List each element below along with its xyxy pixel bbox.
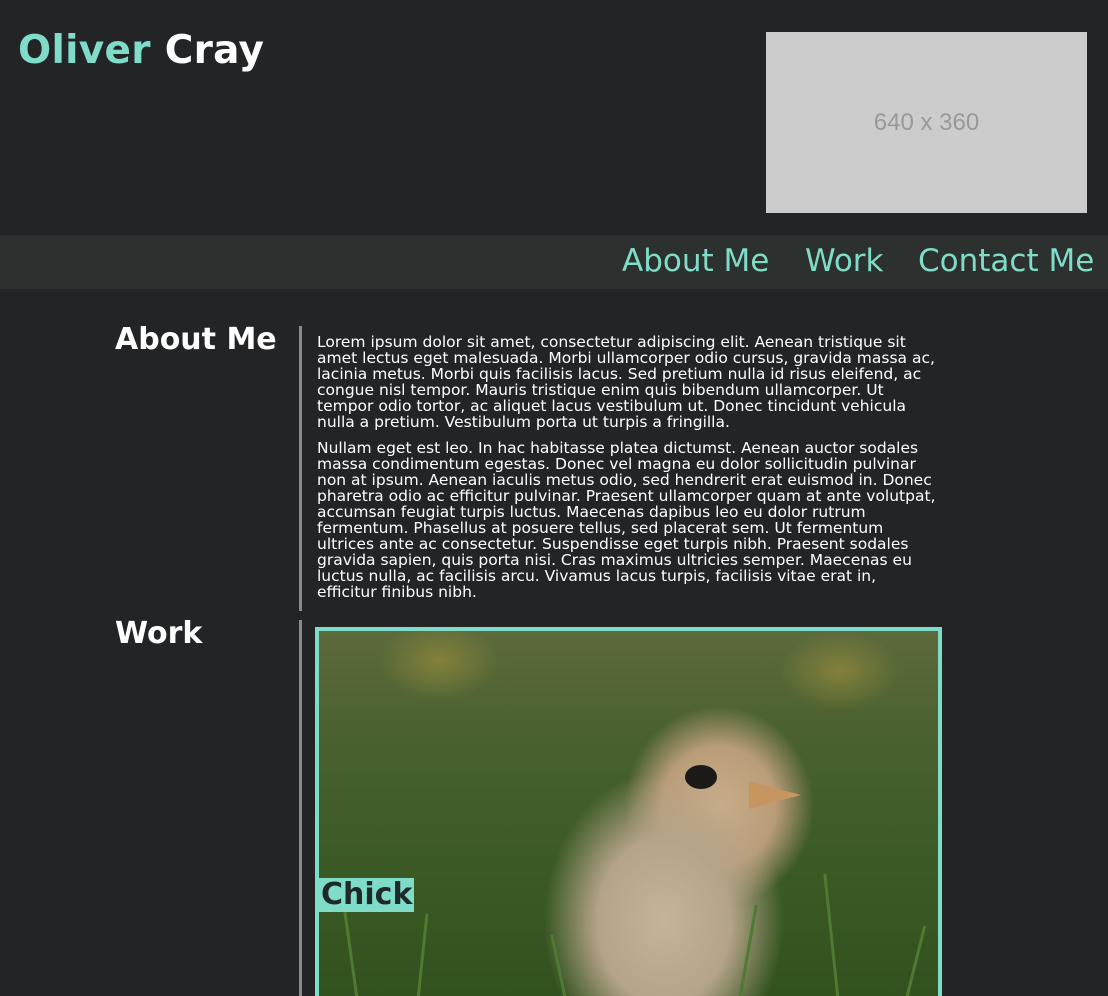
grass-blade [899, 925, 927, 996]
about-divider [299, 326, 302, 611]
site-header: Oliver Cray 640 x 360 [0, 0, 1108, 235]
main-nav: About Me Work Contact Me [0, 235, 1108, 289]
grass-blade [734, 904, 758, 996]
chick-beak [749, 781, 801, 809]
grass-blade [550, 934, 572, 996]
work-item-card[interactable]: Chick [315, 627, 942, 996]
page: Oliver Cray 640 x 360 About Me Work Cont… [0, 0, 1108, 996]
work-item-caption: Chick [319, 877, 415, 912]
grass-blade [823, 873, 842, 996]
nav-link-contact-me[interactable]: Contact Me [918, 241, 1094, 281]
grass-blade [414, 913, 429, 996]
header-placeholder-image: 640 x 360 [766, 32, 1087, 213]
nav-link-work[interactable]: Work [805, 241, 884, 281]
chick-photo [319, 631, 938, 996]
work-divider [299, 620, 302, 996]
work-section-title: Work [115, 616, 203, 651]
nav-link-about-me[interactable]: About Me [622, 241, 769, 281]
about-body: Lorem ipsum dolor sit amet, consectetur … [317, 334, 937, 610]
logo-last-name: Cray [164, 28, 265, 73]
logo-first-name: Oliver [18, 28, 151, 73]
about-paragraph-1: Lorem ipsum dolor sit amet, consectetur … [317, 333, 935, 431]
placeholder-size-label: 640 x 360 [873, 108, 980, 136]
chick-eye [685, 765, 717, 789]
about-paragraph-2: Nullam eget est leo. In hac habitasse pl… [317, 439, 936, 601]
site-logo[interactable]: Oliver Cray [18, 28, 264, 75]
about-section-title: About Me [115, 322, 277, 357]
